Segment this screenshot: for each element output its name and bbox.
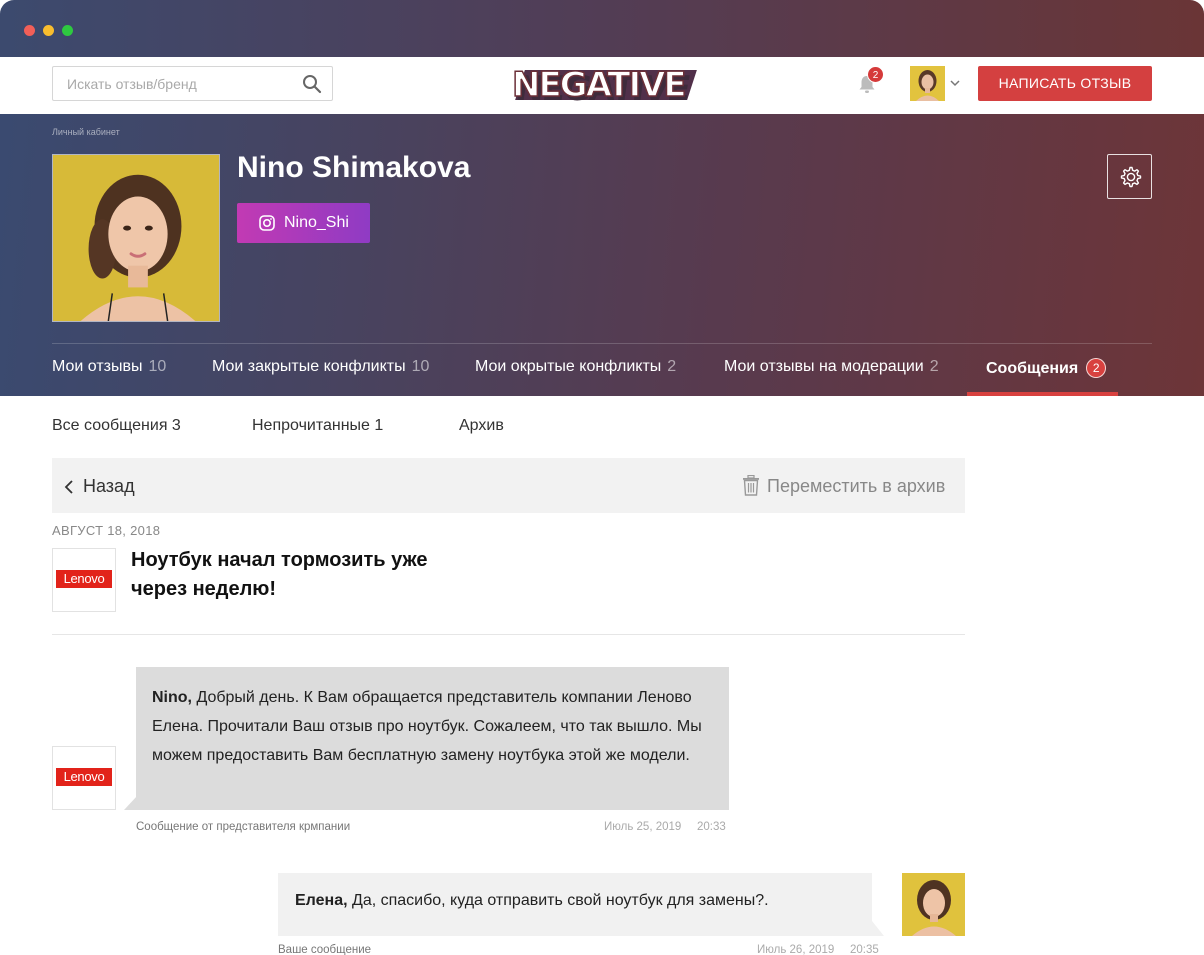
message-caption: Ваше сообщение [278,944,372,955]
site-header: NEGATIVE NEGATIVE 2 НАПИСАТЬ ОТЗЫВ [0,57,1204,114]
sender-brand-logo: Lenovo [52,746,116,810]
brand-logo[interactable]: Lenovo [52,548,116,612]
messages-badge: 2 [1086,358,1107,378]
tab-label: Мои окрытые конфликты [475,358,662,375]
message-bubble-outgoing: Елена, Да, спасибо, куда отправить свой … [278,873,872,936]
filter-archive[interactable]: Архив [459,417,504,435]
message-time: 20:35 [850,944,879,955]
message-toolbar: Назад Переместить в архив [52,458,965,513]
profile-hero: Личный кабинет Nino Shimakova Nino_Shi М… [0,114,1204,396]
site-logo[interactable]: NEGATIVE NEGATIVE [511,64,697,109]
instagram-handle: Nino_Shi [284,214,349,231]
minimize-window-button[interactable] [43,25,54,36]
logo-text: NEGATIVE [511,64,687,106]
message-text: Да, спасибо, куда отправить свой ноутбук… [347,892,769,909]
search-input[interactable] [67,74,287,94]
lenovo-logo-text: Lenovo [56,768,112,786]
thread-divider [52,634,965,635]
instagram-button[interactable]: Nino_Shi [237,203,370,243]
bubble-tail [872,921,884,936]
tab-label: Сообщения [986,360,1079,377]
instagram-icon [259,215,275,231]
filter-unread[interactable]: Непрочитанные 1 [252,417,383,435]
browser-window: NEGATIVE NEGATIVE 2 НАПИСАТЬ ОТЗЫВ Личны… [0,0,1204,955]
lenovo-logo-text: Lenovo [56,570,112,588]
message-date: Июль 25, 2019 [604,821,682,833]
back-label: Назад [83,476,135,496]
tab-count: 10 [411,358,430,375]
tab-closed-conflicts[interactable]: Мои закрытые конфликты 10 [212,358,429,376]
notification-badge: 2 [867,66,884,83]
filter-all-messages[interactable]: Все сообщения 3 [52,417,181,435]
message-text: Добрый день. К Вам обращается представит… [152,689,702,764]
chevron-left-icon [64,480,73,494]
message-date: Июль 26, 2019 [757,944,835,955]
user-avatar [902,873,965,936]
search-icon[interactable] [302,74,322,94]
chevron-down-icon[interactable] [950,79,960,87]
tab-label: Мои отзывы [52,358,143,375]
archive-label: Переместить в архив [767,476,946,496]
tab-count: 10 [148,358,167,375]
tab-label: Мои отзывы на модерации [724,358,924,375]
profile-name: Nino Shimakova [237,151,471,184]
tab-count: 2 [929,358,939,375]
search-box [52,66,333,101]
tab-moderation[interactable]: Мои отзывы на модерации 2 [724,358,939,376]
message-filters: Все сообщения 3 Непрочитанные 1 Архив [0,396,1204,456]
tab-label: Мои закрытые конфликты [212,358,406,375]
tab-messages[interactable]: Сообщения 2 [986,358,1107,378]
message-sender: Елена, [295,892,348,909]
gear-icon [1120,166,1142,188]
thread-date: АВГУСТ 18, 2018 [52,523,161,538]
write-review-button[interactable]: НАПИСАТЬ ОТЗЫВ [978,66,1152,101]
breadcrumb[interactable]: Личный кабинет [52,127,120,137]
tab-count: 2 [667,358,677,375]
message-caption: Сообщение от представителя крмпании [136,821,351,833]
tab-open-conflicts[interactable]: Мои окрытые конфликты 2 [475,358,676,376]
review-title[interactable]: Ноутбук начал тормозить уже через неделю… [131,546,471,604]
profile-tabs: Мои отзывы 10 Мои закрытые конфликты 10 Мо… [0,344,1204,396]
message-sender: Nino, [152,689,192,706]
settings-button[interactable] [1107,154,1152,199]
message-bubble-incoming: Nino, Добрый день. К Вам обращается пред… [136,667,729,810]
user-avatar-small[interactable] [910,66,945,101]
message-time: 20:33 [697,821,726,833]
trash-icon [743,475,759,496]
profile-photo [52,154,220,322]
close-window-button[interactable] [24,25,35,36]
window-titlebar [0,0,1204,57]
tab-my-reviews[interactable]: Мои отзывы 10 [52,358,166,376]
maximize-window-button[interactable] [62,25,73,36]
